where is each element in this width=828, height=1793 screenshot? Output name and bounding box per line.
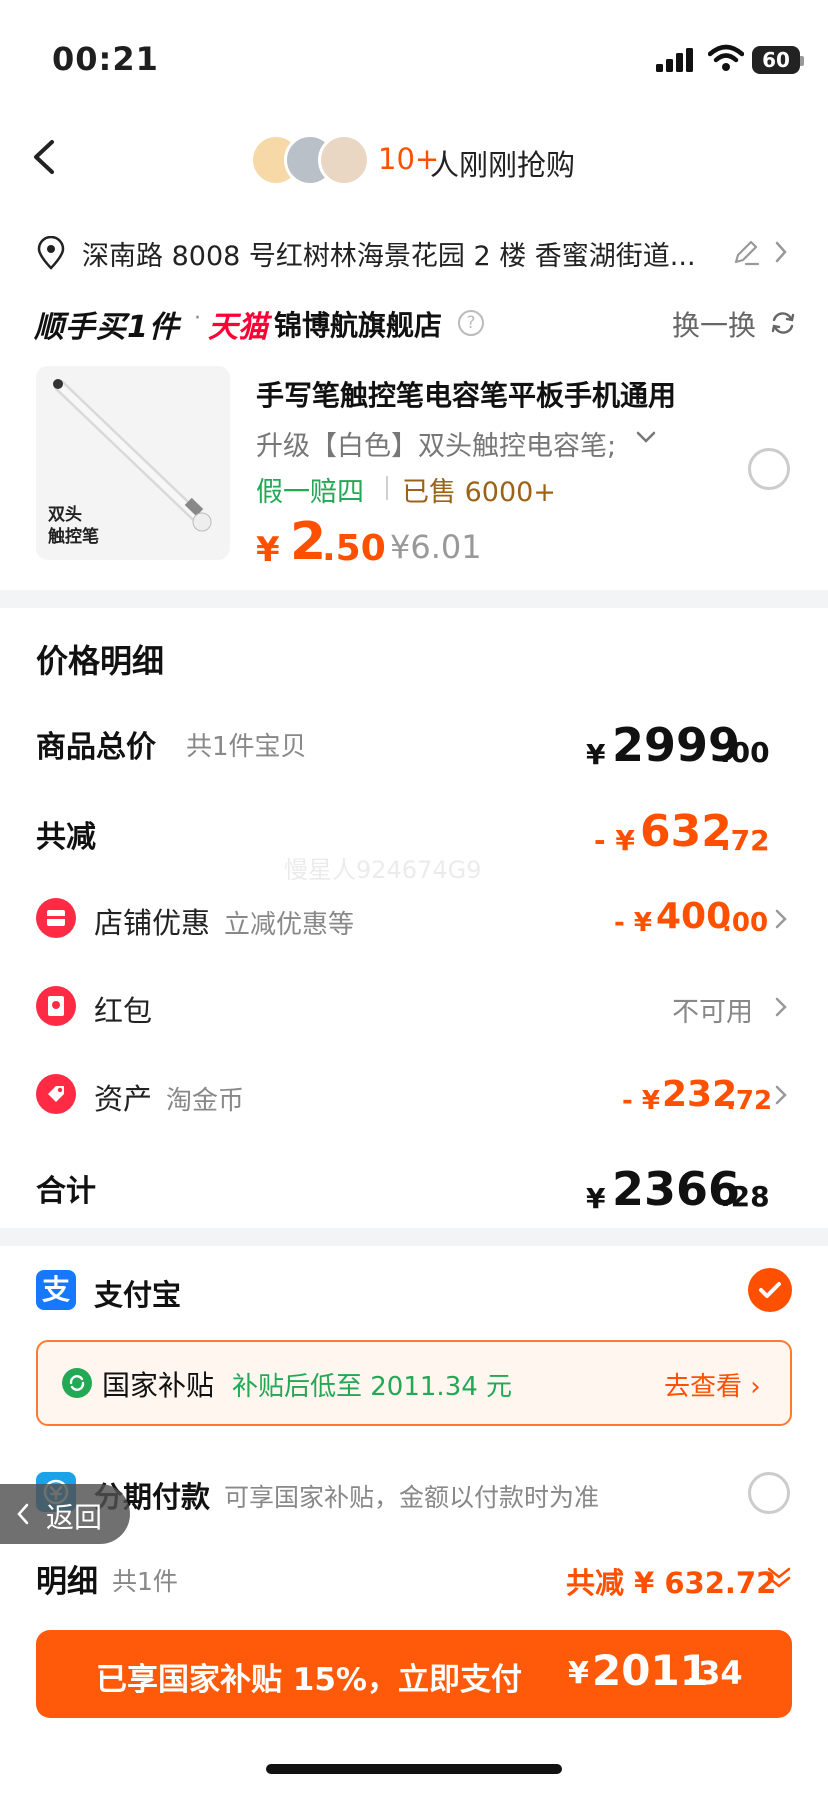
detail-discount[interactable]: 共减 ¥ 632.72	[566, 1560, 776, 1602]
assets-decimal: .72	[726, 1086, 773, 1116]
store-coupon-sub: 立减优惠等	[224, 910, 355, 940]
assets-prefix: - ¥	[622, 1086, 660, 1116]
installment-description: 可享国家补贴，金额以付款时为准	[224, 1483, 600, 1512]
location-icon	[37, 236, 65, 270]
alipay-selected-radio[interactable]	[748, 1268, 792, 1312]
address-text[interactable]: 深南路 8008 号红树林海景花园 2 楼 香蜜湖街道...	[82, 234, 722, 273]
subsidy-icon	[62, 1368, 92, 1398]
price-decimal: .50	[322, 528, 386, 569]
product-title[interactable]: 手写笔触控笔电容笔平板手机通用	[256, 374, 676, 414]
pay-button-text: 已享国家补贴 15%，立即支付	[96, 1662, 522, 1698]
divider	[386, 476, 388, 500]
check-icon	[759, 1282, 781, 1298]
brand-label: 顺手买1件	[34, 310, 180, 345]
store-coupon-decimal: .00	[722, 908, 769, 938]
wifi-icon	[708, 44, 744, 71]
chevron-right-icon[interactable]	[774, 240, 788, 264]
tmall-label: 天猫	[208, 310, 268, 345]
assets-tag-icon	[36, 1074, 76, 1114]
discount-prefix: - ¥	[594, 824, 635, 857]
store-coupon-icon	[36, 898, 76, 938]
sum-label: 合计	[36, 1174, 96, 1209]
home-indicator[interactable]	[266, 1764, 562, 1774]
price-integer: 2	[290, 512, 327, 572]
help-icon[interactable]: ?	[458, 310, 484, 336]
product-select-radio[interactable]	[748, 448, 790, 490]
pay-button-currency: ¥	[568, 1656, 589, 1691]
section-title: 价格明细	[36, 642, 165, 680]
alipay-icon: 支	[36, 1270, 76, 1310]
product-image-label: 双头 触控笔	[48, 505, 99, 547]
swap-button[interactable]: 换一换	[672, 304, 756, 344]
assets-label[interactable]: 资产	[94, 1076, 152, 1118]
chevron-right-icon[interactable]	[774, 908, 788, 930]
signal-icon	[656, 48, 693, 72]
sum-decimal: .28	[720, 1180, 770, 1213]
pay-button[interactable]: 已享国家补贴 15%，立即支付 ¥ 2011 .34	[36, 1630, 792, 1718]
edit-icon[interactable]	[732, 238, 760, 266]
total-sub: 共1件宝贝	[186, 732, 307, 762]
product-image[interactable]: 双头 触控笔	[36, 366, 230, 560]
pay-button-decimal: .34	[686, 1654, 743, 1692]
alipay-label[interactable]: 支付宝	[94, 1272, 181, 1314]
discount-integer: 632	[640, 806, 732, 857]
avatar	[318, 134, 370, 186]
refresh-icon[interactable]	[770, 310, 796, 336]
discount-decimal: .72	[720, 824, 770, 857]
original-price: ¥6.01	[390, 528, 482, 566]
chevron-right-icon[interactable]	[774, 1084, 788, 1106]
status-time: 00:21	[52, 40, 159, 78]
battery-level: 60	[762, 48, 790, 72]
subsidy-description: 补贴后低至 2011.34 元	[232, 1372, 513, 1402]
red-packet-label[interactable]: 红包	[94, 988, 152, 1030]
sold-count: 已售 6000+	[402, 477, 556, 508]
total-label: 商品总价	[36, 730, 156, 765]
store-coupon-label[interactable]: 店铺优惠	[94, 900, 210, 942]
price-currency: ¥	[256, 530, 280, 570]
brand-dot: ·	[194, 306, 201, 331]
total-decimal: .00	[720, 736, 770, 769]
hot-text: 人刚刚抢购	[430, 148, 576, 182]
buyer-avatars	[250, 134, 370, 186]
sum-currency: ¥	[586, 1182, 606, 1215]
chevron-down-icon[interactable]	[636, 430, 656, 444]
assets-sub: 淘金币	[166, 1086, 245, 1116]
discount-label: 共减	[36, 820, 96, 855]
subsidy-view-link[interactable]: 去查看 ›	[664, 1366, 761, 1403]
red-packet-value: 不可用	[672, 997, 753, 1028]
chevron-right-icon[interactable]	[774, 996, 788, 1018]
double-chevron-down-icon[interactable]	[766, 1566, 792, 1590]
detail-count: 共1件	[112, 1567, 178, 1596]
store-coupon-integer: 400	[656, 896, 732, 937]
total-currency: ¥	[586, 738, 606, 771]
back-chevron-icon[interactable]	[30, 138, 58, 176]
red-packet-icon	[36, 986, 76, 1026]
installment-radio[interactable]	[748, 1472, 790, 1514]
detail-label: 明细	[36, 1564, 98, 1600]
watermark: 慢星人924674G9	[284, 856, 482, 884]
store-coupon-prefix: - ¥	[614, 908, 652, 938]
product-spec[interactable]: 升级【白色】双头触控电容笔;	[256, 424, 616, 463]
subsidy-label: 国家补贴	[102, 1369, 215, 1402]
floating-back-label: 返回	[46, 1501, 103, 1534]
store-name[interactable]: 锦博航旗舰店	[274, 304, 442, 344]
guarantee-label: 假一赔四	[256, 477, 364, 508]
back-chevron-icon	[17, 1503, 29, 1525]
battery-indicator: 60	[752, 46, 804, 74]
